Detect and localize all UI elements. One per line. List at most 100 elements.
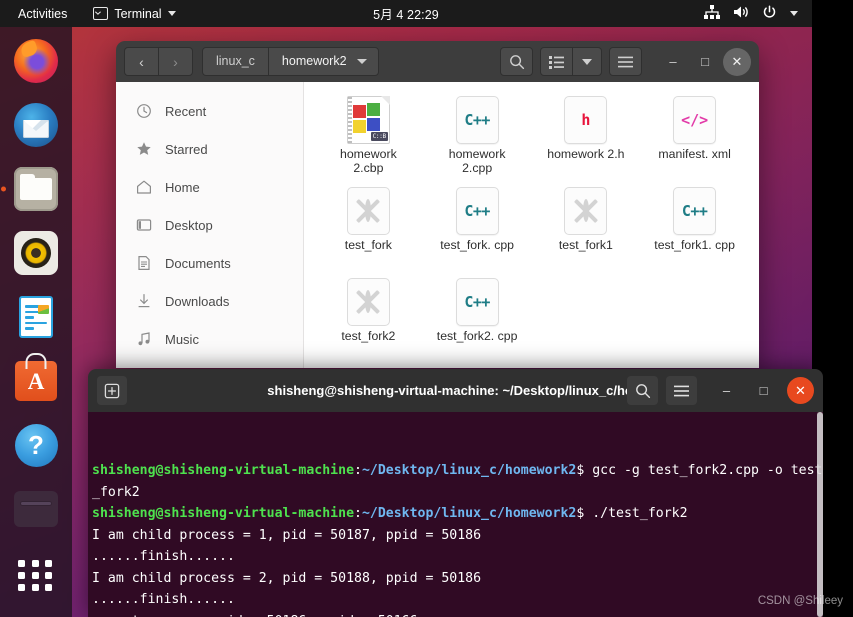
file-manager-body: Recent Starred Home Desktop Documents Do… [116, 82, 759, 368]
terminal-output-line: I am child process = 2, pid = 50188, ppi… [90, 568, 823, 590]
breadcrumb-item-linux_c[interactable]: linux_c [203, 48, 269, 75]
activities-button[interactable]: Activities [18, 7, 67, 21]
terminal-close-button[interactable]: ✕ [787, 377, 814, 404]
file-item-test_fork2-cpp[interactable]: C++ test_fork2. cpp [423, 274, 532, 365]
music-icon [136, 331, 152, 347]
terminal-search-button[interactable] [627, 376, 658, 405]
cpp-file-icon: C++ [454, 278, 500, 326]
terminal-output-line: parent process, pid = 50186, ppid = 5016… [90, 611, 823, 617]
forward-button[interactable]: › [158, 47, 193, 76]
screen-root: Activities Terminal 5月 4 22:29 A ? ‹ › l… [0, 0, 853, 617]
close-button[interactable]: ✕ [723, 47, 751, 76]
sidebar-item-home[interactable]: Home [116, 168, 303, 206]
dock-item-impress[interactable] [12, 293, 60, 341]
file-type-glyph: C++ [681, 202, 708, 220]
dock-item-firefox[interactable] [12, 37, 60, 85]
terminal-window: shisheng@shisheng-virtual-machine: ~/Des… [88, 369, 823, 617]
file-type-glyph: C++ [464, 293, 490, 311]
file-item-homework2-cpp[interactable]: C++ homework 2.cpp [423, 92, 532, 183]
navigation-buttons: ‹ › [124, 47, 193, 76]
firefox-icon [14, 39, 58, 83]
new-tab-icon[interactable] [97, 376, 127, 405]
sidebar-item-music[interactable]: Music [116, 320, 303, 358]
file-type-glyph: C++ [464, 111, 490, 129]
terminal-scrollbar-thumb[interactable] [817, 412, 823, 617]
terminal-output[interactable]: shisheng@shisheng-virtual-machine:~/Desk… [88, 412, 823, 617]
terminal-minimize-button[interactable]: – [713, 377, 740, 404]
breadcrumb-chevron-down-icon[interactable] [356, 59, 367, 64]
search-button[interactable] [500, 47, 533, 76]
clock[interactable]: 5月 4 22:29 [373, 4, 439, 23]
file-label: test_fork1 [558, 238, 613, 252]
view-options-chevron-down-icon[interactable] [573, 47, 602, 76]
hamburger-menu-button[interactable] [609, 47, 642, 76]
terminal-output-line: I am child process = 1, pid = 50187, ppi… [90, 525, 823, 547]
sidebar-item-recent[interactable]: Recent [116, 92, 303, 130]
file-label: homework 2.cbp [340, 147, 397, 175]
executable-icon [345, 278, 391, 326]
terminal-hamburger-menu-button[interactable] [666, 376, 697, 405]
network-icon[interactable] [704, 5, 720, 22]
maximize-button[interactable]: □ [691, 48, 719, 76]
terminal-output-text: I am child process = 2, pid = 50188, ppi… [92, 570, 482, 586]
sidebar-item-label: Music [165, 331, 199, 347]
dock-item-thunderbird[interactable] [12, 101, 60, 149]
watermark: CSDN @Shileey [757, 595, 843, 607]
file-type-glyph: C++ [464, 202, 490, 220]
software-glyph: A [27, 368, 45, 394]
app-menu-label: Terminal [114, 6, 162, 21]
sidebar-item-starred[interactable]: Starred [116, 130, 303, 168]
sidebar-item-label: Documents [165, 255, 231, 271]
executable-icon [345, 187, 391, 235]
file-item-test_fork1-cpp[interactable]: C++ test_fork1. cpp [640, 183, 749, 274]
ubuntu-dock: A ? [0, 27, 72, 617]
terminal-scrollbar[interactable] [817, 412, 823, 617]
download-icon [136, 293, 152, 309]
file-label: manifest. xml [658, 147, 731, 161]
files-icon [14, 167, 58, 211]
file-label: homework 2.cpp [448, 147, 506, 175]
dock-item-rhythmbox[interactable] [12, 229, 60, 277]
prompt-path: ~/Desktop/linux_c/homework2 [361, 463, 577, 478]
breadcrumb-item-homework2[interactable]: homework2 [269, 48, 360, 75]
file-label: test_fork [344, 238, 392, 252]
back-button[interactable]: ‹ [124, 47, 158, 76]
sidebar-item-label: Downloads [165, 293, 230, 309]
sidebar-item-desktop[interactable]: Desktop [116, 206, 303, 244]
sidebar-item-downloads[interactable]: Downloads [116, 282, 303, 320]
trash-icon [14, 491, 58, 527]
file-item-homework2-cbp[interactable]: C::B homework 2.cbp [314, 92, 423, 183]
file-item-manifest-xml[interactable]: </> manifest. xml [640, 92, 749, 183]
dock-item-trash[interactable] [12, 485, 60, 533]
apps-grid-icon [18, 557, 54, 593]
list-view-button[interactable] [540, 47, 573, 76]
sidebar-item-label: Starred [165, 141, 208, 157]
file-item-test_fork[interactable]: test_fork [314, 183, 423, 274]
thunderbird-icon [14, 103, 58, 147]
help-glyph: ? [28, 430, 44, 460]
file-item-test_fork1[interactable]: test_fork1 [532, 183, 641, 274]
star-icon [136, 141, 152, 157]
sidebar-item-label: Desktop [165, 217, 213, 233]
app-menu-terminal[interactable]: Terminal [93, 6, 176, 21]
file-item-test_fork-cpp[interactable]: C++ test_fork. cpp [423, 183, 532, 274]
dock-item-files[interactable] [1, 165, 60, 213]
file-item-test_fork2[interactable]: test_fork2 [314, 274, 423, 365]
system-menu-chevron-down-icon[interactable] [790, 11, 798, 16]
terminal-maximize-button[interactable]: □ [750, 377, 777, 404]
power-icon[interactable] [762, 4, 777, 23]
sidebar-item-documents[interactable]: Documents [116, 244, 303, 282]
terminal-icon [93, 7, 109, 20]
minimize-button[interactable]: – [659, 48, 687, 76]
dock-item-help[interactable]: ? [12, 421, 60, 469]
volume-icon[interactable] [733, 5, 749, 22]
prompt-user: shisheng@shisheng-virtual-machine [92, 506, 355, 521]
cpp-file-icon: C++ [672, 187, 718, 235]
show-applications-button[interactable] [12, 551, 60, 599]
terminal-titlebar: shisheng@shisheng-virtual-machine: ~/Des… [88, 369, 823, 412]
chevron-down-icon [167, 11, 176, 16]
dock-item-ubuntu-software[interactable]: A [12, 357, 60, 405]
terminal-output-text: parent process, pid = 50186, ppid = 5016… [92, 614, 418, 617]
file-label: test_fork2 [341, 329, 396, 343]
file-item-homework2-h[interactable]: h homework 2.h [532, 92, 641, 183]
